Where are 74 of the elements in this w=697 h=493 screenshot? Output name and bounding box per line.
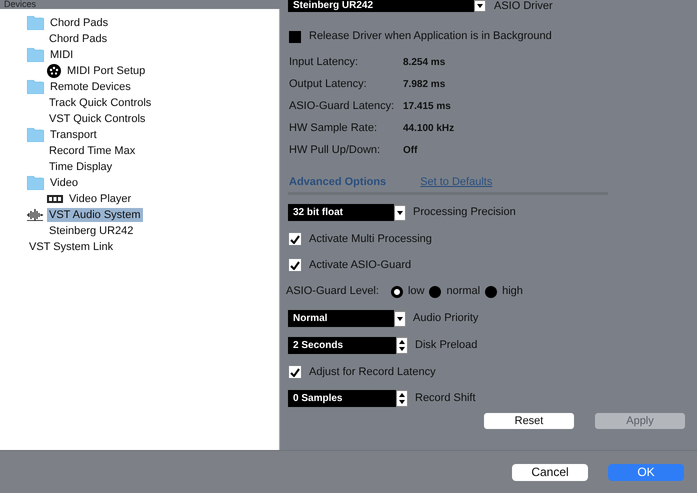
checkbox[interactable] xyxy=(289,366,301,378)
checkmark-icon xyxy=(290,234,300,244)
radio-label: normal xyxy=(446,284,480,300)
tree-item[interactable]: Remote Devices xyxy=(48,80,133,94)
tree-item[interactable]: MIDI xyxy=(48,48,76,62)
radio-button[interactable] xyxy=(485,286,498,298)
checkbox[interactable] xyxy=(289,259,301,271)
field-label: Record Shift xyxy=(415,391,476,406)
radio-label: low xyxy=(408,284,424,300)
radio-button[interactable] xyxy=(429,286,442,298)
caret-icon xyxy=(397,210,403,214)
info-label: Input Latency: xyxy=(289,54,360,70)
tree-item[interactable]: VST Audio System xyxy=(47,208,143,222)
info-label: HW Sample Rate: xyxy=(289,120,378,136)
checkbox-label: Release Driver when Application is in Background xyxy=(309,29,552,44)
info-label: ASIO-Guard Latency: xyxy=(289,98,396,114)
info-label: Output Latency: xyxy=(289,76,368,92)
folder-icon xyxy=(27,16,44,30)
field-label: Processing Precision xyxy=(413,205,516,220)
folder-icon xyxy=(27,176,44,190)
number-field[interactable]: 2 Seconds xyxy=(288,337,396,354)
field-label: ASIO Driver xyxy=(494,0,553,12)
folder-icon xyxy=(27,80,44,94)
field-label: Disk Preload xyxy=(415,338,478,354)
checkbox[interactable] xyxy=(289,233,301,245)
panel-title: Devices xyxy=(3,0,36,9)
folder-icon xyxy=(27,48,44,62)
checkmark-icon xyxy=(290,368,300,376)
tree-item[interactable]: MIDI Port Setup xyxy=(65,64,148,78)
dialog-button[interactable]: Cancel xyxy=(512,464,588,480)
checkbox-label: Activate Multi Processing xyxy=(309,232,432,247)
dropdown-button[interactable] xyxy=(474,0,486,12)
info-value: 44.100 kHz xyxy=(403,122,454,136)
tree-item[interactable]: Transport xyxy=(48,128,99,142)
tree-item[interactable]: Steinberg UR242 xyxy=(47,224,136,238)
checkbox-label: Activate ASIO-Guard xyxy=(309,258,412,273)
spinner-buttons[interactable] xyxy=(396,390,408,407)
tree-item[interactable]: Chord Pads xyxy=(48,16,110,30)
dropdown-field[interactable]: 32 bit float xyxy=(288,204,394,221)
radio-label: high xyxy=(502,284,523,300)
field-label: ASIO-Guard Level: xyxy=(286,284,379,300)
info-value: 17.415 ms xyxy=(403,100,451,114)
waveform-icon xyxy=(27,209,43,221)
folder-icon xyxy=(27,128,44,142)
tree-item[interactable]: Record Time Max xyxy=(47,144,138,158)
section-heading: Advanced Options xyxy=(289,174,386,190)
tree-item[interactable]: Chord Pads xyxy=(47,32,110,46)
panel-button[interactable]: Reset xyxy=(484,413,574,429)
midi-connector-icon xyxy=(47,64,61,78)
dropdown-field[interactable]: Steinberg UR242 xyxy=(288,0,474,12)
tree-item[interactable]: Time Display xyxy=(47,160,114,174)
tree-item[interactable]: Video Player xyxy=(67,192,134,206)
number-field[interactable]: 0 Samples xyxy=(288,390,396,407)
info-value: Off xyxy=(403,144,418,158)
tree-item[interactable]: VST Quick Controls xyxy=(47,112,148,126)
info-value: 8.254 ms xyxy=(403,56,446,70)
caret-icon xyxy=(477,4,483,8)
film-icon xyxy=(47,195,63,203)
field-label: Audio Priority xyxy=(413,311,478,326)
tree-item[interactable]: VST System Link xyxy=(27,240,116,254)
tree-item[interactable]: Video xyxy=(48,176,80,190)
caret-icon xyxy=(397,316,403,320)
checkbox-label: Adjust for Record Latency xyxy=(309,364,436,380)
dropdown-field[interactable]: Normal xyxy=(288,310,394,327)
checkbox[interactable] xyxy=(289,30,301,42)
tree-item[interactable]: Track Quick Controls xyxy=(47,96,154,110)
radio-button[interactable] xyxy=(390,286,403,298)
dropdown-button[interactable] xyxy=(394,204,406,220)
info-value: 7.982 ms xyxy=(403,78,446,92)
spinner-buttons[interactable] xyxy=(396,337,408,354)
checkmark-icon xyxy=(290,260,300,270)
dropdown-button[interactable] xyxy=(394,310,406,326)
dialog-button[interactable]: OK xyxy=(608,464,684,480)
info-label: HW Pull Up/Down: xyxy=(289,142,382,158)
